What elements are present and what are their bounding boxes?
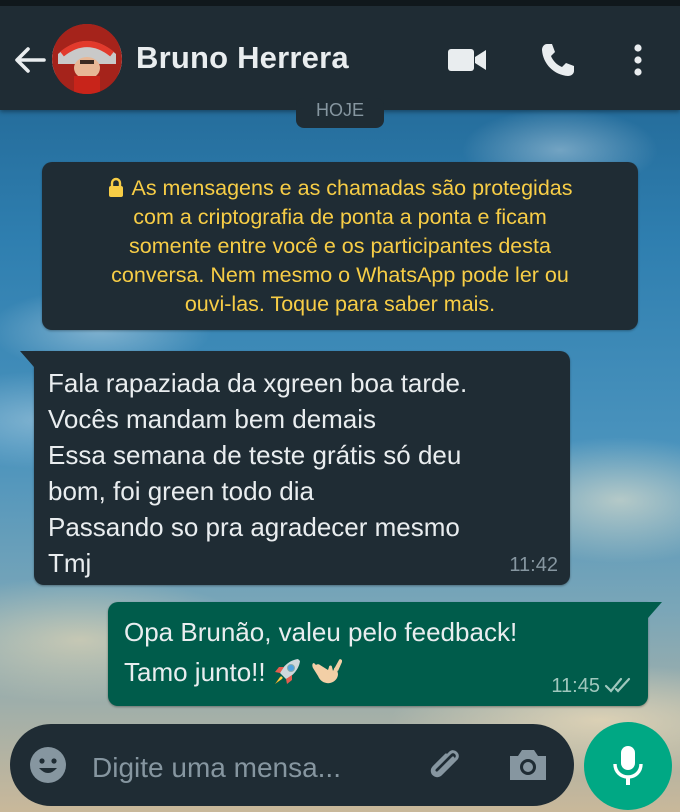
contact-name[interactable]: Bruno Herrera — [136, 40, 349, 76]
message-text: Opa Brunão, valeu pelo feedback! Tamo ju… — [124, 612, 517, 692]
video-call-icon[interactable] — [446, 40, 488, 80]
message-line: Essa semana de teste grátis só deu — [48, 440, 462, 470]
message-line: Passando so pra agradecer mesmo — [48, 512, 460, 542]
bubble-tail — [20, 351, 34, 367]
encryption-line: As mensagens e as chamadas são protegida… — [58, 174, 622, 203]
lock-icon — [109, 177, 124, 197]
chat-header: Bruno Herrera — [0, 0, 680, 110]
encryption-line: conversa. Nem mesmo o WhatsApp pode ler … — [111, 263, 569, 287]
encryption-line: com a criptografia de ponta a ponta e fi… — [133, 205, 547, 229]
encryption-notice[interactable]: As mensagens e as chamadas são protegida… — [42, 162, 638, 330]
message-line: Fala rapaziada da xgreen boa tarde. — [48, 368, 468, 398]
camera-icon[interactable] — [506, 744, 550, 786]
encryption-notice-text: As mensagens e as chamadas são protegida… — [58, 174, 622, 319]
encryption-line: somente entre você e os participantes de… — [129, 234, 551, 258]
status-bar — [0, 0, 680, 6]
more-vert-icon[interactable] — [620, 40, 656, 80]
message-line: bom, foi green todo dia — [48, 476, 314, 506]
voice-call-icon[interactable] — [538, 40, 580, 80]
mic-icon — [613, 746, 643, 785]
emoji-icon[interactable] — [28, 745, 68, 785]
message-time: 11:45 — [551, 675, 634, 698]
message-text: Fala rapaziada da xgreen boa tarde. Você… — [48, 365, 467, 581]
message-line: Vocês mandam bem demais — [48, 404, 377, 434]
read-double-check-icon — [604, 677, 631, 693]
message-input[interactable]: Digite uma mensa... — [92, 752, 341, 784]
date-chip-label: HOJE — [315, 100, 364, 120]
message-line: Tmj — [48, 548, 92, 578]
message-line: Tamo junto!! — [124, 652, 517, 692]
message-time: 11:42 — [509, 554, 558, 576]
rocket-emoji — [274, 659, 300, 684]
outgoing-message-bubble[interactable]: Opa Brunão, valeu pelo feedback! Tamo ju… — [108, 602, 662, 706]
encryption-line: ouvi-las. Toque para saber mais. — [184, 292, 496, 316]
incoming-message-bubble[interactable]: Fala rapaziada da xgreen boa tarde. Você… — [20, 351, 570, 585]
back-arrow-icon[interactable] — [10, 40, 50, 80]
bubble-tail — [648, 602, 662, 618]
message-line: Opa Brunão, valeu pelo feedback! — [124, 617, 518, 647]
date-chip: HOJE — [296, 98, 384, 128]
attach-icon[interactable] — [424, 744, 466, 786]
call-me-hand-emoji — [311, 659, 342, 684]
contact-avatar[interactable] — [52, 24, 122, 94]
mic-button[interactable] — [584, 722, 672, 810]
